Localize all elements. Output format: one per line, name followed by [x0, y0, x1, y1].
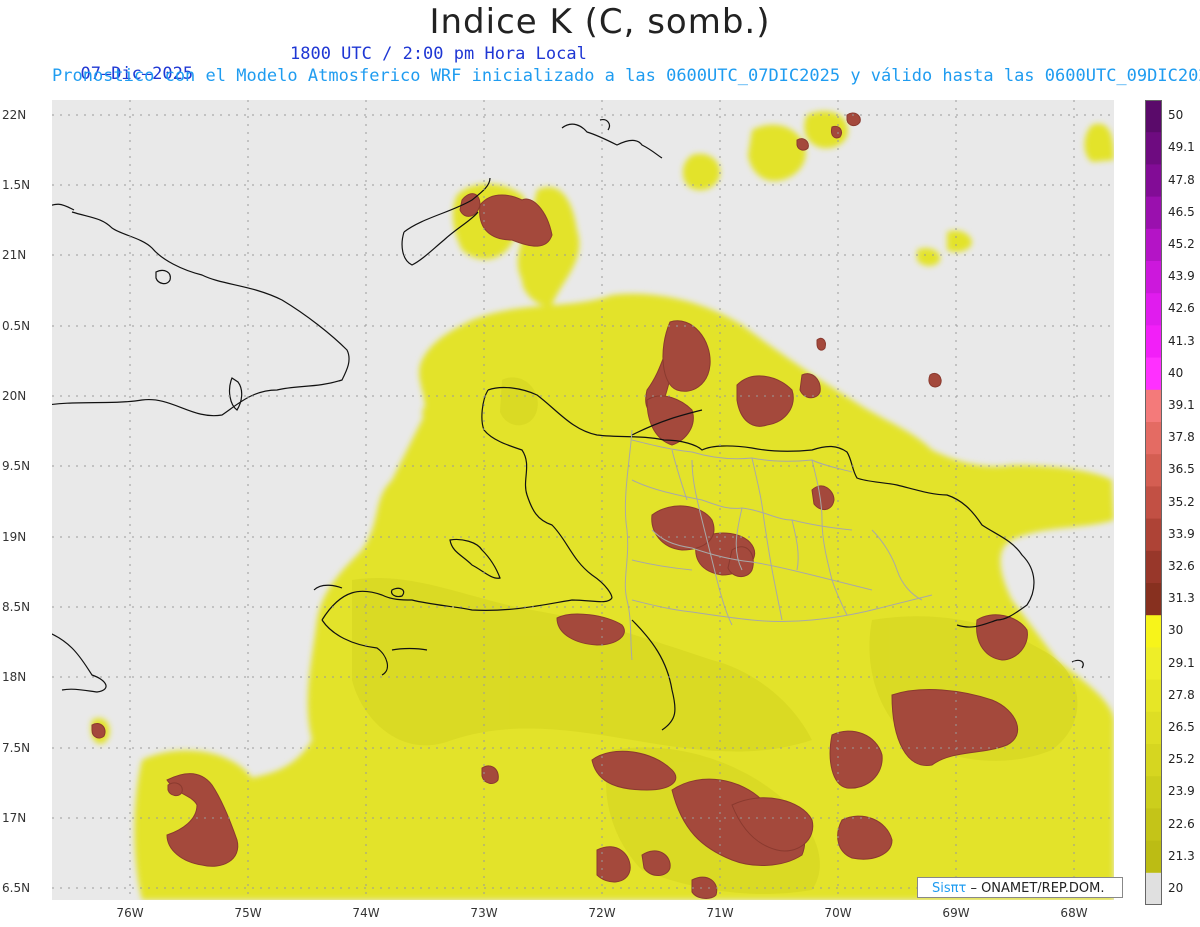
color-scale-swatch	[1145, 647, 1162, 681]
color-scale-swatch	[1145, 454, 1162, 487]
y-tick-label: 8.5N	[2, 600, 31, 614]
color-scale-swatch	[1145, 261, 1162, 294]
forecast-subtitle: Pronostico con el Modelo Atmosferico WRF…	[52, 66, 1200, 86]
color-scale-label: 32.6	[1168, 558, 1195, 573]
color-scale-label: 26.5	[1168, 719, 1195, 734]
color-scale-label: 30	[1168, 623, 1184, 638]
color-scale-swatch	[1145, 808, 1162, 842]
color-scale-label: 25.2	[1168, 752, 1195, 767]
x-tick-label: 68W	[1060, 906, 1088, 920]
color-scale-label: 36.5	[1168, 462, 1195, 477]
color-scale-label: 23.9	[1168, 784, 1195, 799]
credit-box: Sisπτ – ONAMET/REP.DOM.	[917, 877, 1123, 898]
color-scale-label: 42.6	[1168, 301, 1195, 316]
color-scale-swatch	[1145, 872, 1162, 906]
color-scale-label: 27.8	[1168, 687, 1195, 702]
color-scale-swatch	[1145, 422, 1162, 455]
y-tick-label: 21N	[2, 248, 27, 262]
sispi-logo: Sisπτ	[932, 881, 967, 896]
y-tick-label: 0.5N	[2, 319, 31, 333]
color-scale-label: 49.1	[1168, 140, 1195, 155]
color-scale-swatch	[1145, 679, 1162, 713]
y-tick-label: 20N	[2, 389, 27, 403]
y-tick-label: 17N	[2, 811, 27, 825]
x-tick-label: 76W	[116, 906, 144, 920]
y-tick-label: 7.5N	[2, 741, 31, 755]
color-scale-bar	[1145, 100, 1162, 906]
y-tick-label: 1.5N	[2, 178, 31, 192]
color-scale-label: 47.8	[1168, 172, 1195, 187]
color-scale-swatch	[1145, 840, 1162, 874]
color-scale-swatch	[1145, 132, 1162, 165]
color-scale-swatch	[1145, 325, 1162, 359]
color-scale-label: 37.8	[1168, 430, 1195, 445]
color-scale-swatch	[1145, 518, 1162, 552]
color-scale-swatch	[1145, 228, 1162, 262]
color-scale-swatch	[1145, 615, 1162, 648]
x-tick-label: 75W	[234, 906, 262, 920]
color-scale-swatch	[1145, 164, 1162, 198]
k-index-map	[52, 100, 1114, 900]
x-tick-label: 71W	[706, 906, 734, 920]
map-panel[interactable]	[52, 100, 1114, 900]
y-tick-label: 22N	[2, 108, 27, 122]
map-title: Indice K (C, somb.)	[429, 2, 771, 42]
color-scale-swatch	[1145, 293, 1162, 326]
color-scale-label: 20	[1168, 880, 1184, 895]
color-scale-label: 31.3	[1168, 591, 1195, 606]
y-tick-label: 19N	[2, 530, 27, 544]
color-scale-label: 29.1	[1168, 655, 1195, 670]
color-scale-label: 22.6	[1168, 816, 1195, 831]
color-scale-label: 50	[1168, 108, 1184, 123]
color-scale-label: 21.3	[1168, 848, 1195, 863]
color-scale-swatch	[1145, 100, 1162, 133]
credit-text: – ONAMET/REP.DOM.	[970, 881, 1105, 896]
color-scale-swatches	[1145, 100, 1162, 906]
color-scale-label: 39.1	[1168, 397, 1195, 412]
x-tick-label: 74W	[352, 906, 380, 920]
color-scale-swatch	[1145, 776, 1162, 809]
color-scale-label: 35.2	[1168, 494, 1195, 509]
color-scale-swatch	[1145, 744, 1162, 777]
y-tick-label: 18N	[2, 670, 27, 684]
x-tick-label: 73W	[470, 906, 498, 920]
color-scale-swatch	[1145, 486, 1162, 520]
forecast-time: 1800 UTC / 2:00 pm Hora Local	[290, 44, 587, 64]
color-scale-swatch	[1145, 357, 1162, 391]
color-scale-swatch	[1145, 196, 1162, 230]
color-scale-label: 40	[1168, 365, 1184, 380]
y-tick-label: 6.5N	[2, 881, 31, 895]
color-scale-swatch	[1145, 389, 1162, 423]
y-tick-label: 9.5N	[2, 459, 31, 473]
x-tick-label: 72W	[588, 906, 616, 920]
x-tick-label: 70W	[824, 906, 852, 920]
color-scale-label: 43.9	[1168, 269, 1195, 284]
color-scale-swatch	[1145, 550, 1162, 584]
color-scale-label: 45.2	[1168, 236, 1195, 251]
color-scale-swatch	[1145, 711, 1162, 745]
color-scale-label: 41.3	[1168, 333, 1195, 348]
x-tick-label: 69W	[942, 906, 970, 920]
color-scale-swatch	[1145, 583, 1162, 616]
color-scale-label: 46.5	[1168, 204, 1195, 219]
color-scale-label: 33.9	[1168, 526, 1195, 541]
